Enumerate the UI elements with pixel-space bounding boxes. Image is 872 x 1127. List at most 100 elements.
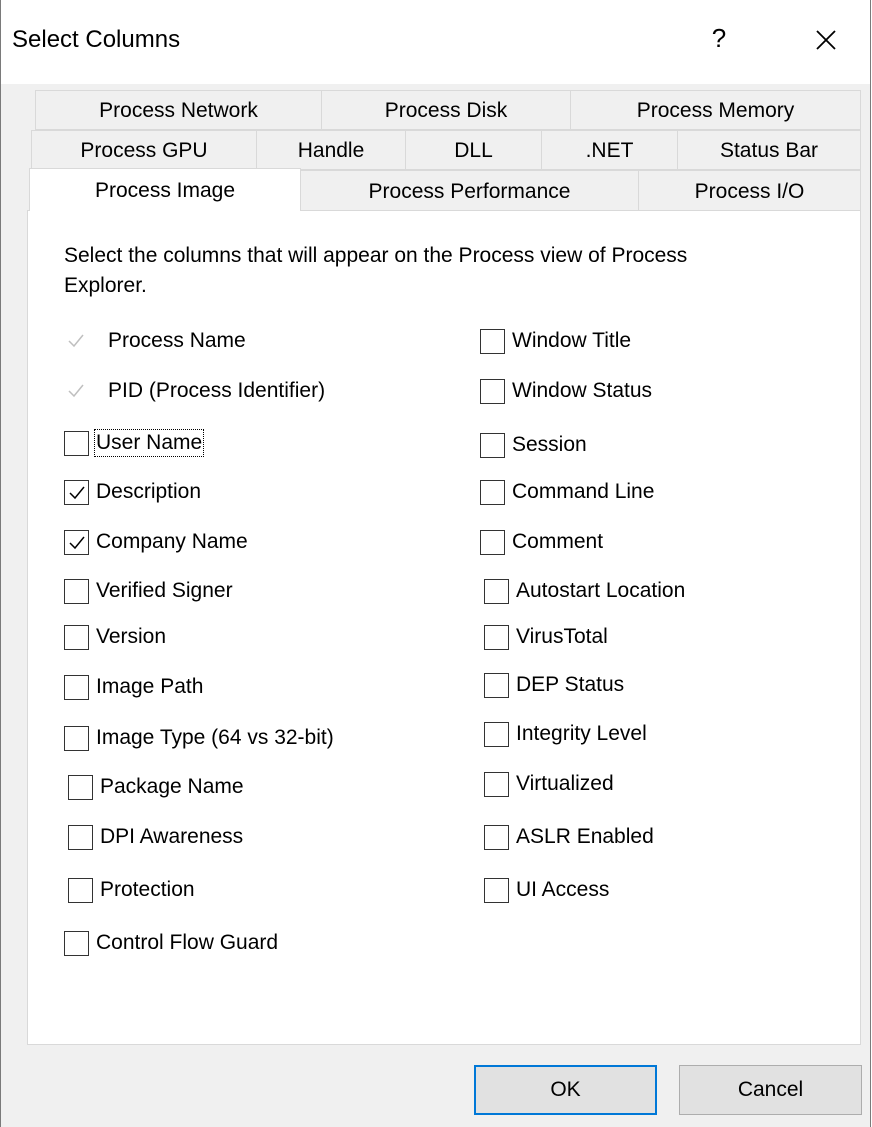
tab-label: Process GPU: [80, 139, 208, 162]
ok-button[interactable]: OK: [474, 1065, 657, 1115]
checkbox-box[interactable]: [64, 430, 89, 456]
instructions-text: Select the columns that will appear on t…: [64, 244, 688, 297]
checkbox-label: Command Line: [512, 480, 655, 503]
checkbox-box[interactable]: [484, 721, 509, 747]
checkbox-box[interactable]: [64, 378, 89, 404]
checkbox-label: Image Type (64 vs 32-bit): [96, 726, 334, 749]
checkbox-box[interactable]: [64, 674, 89, 700]
checkmark-icon: [68, 384, 84, 397]
checkbox-dep-status[interactable]: DEP Status: [484, 670, 624, 700]
checkbox-comment[interactable]: Comment: [480, 527, 603, 557]
tab-process-memory[interactable]: Process Memory: [570, 90, 861, 130]
tab-label: Process Image: [94, 179, 236, 202]
checkmark-icon: [68, 334, 84, 347]
checkbox-box[interactable]: [64, 578, 89, 604]
checkbox-box[interactable]: [484, 624, 509, 650]
checkbox-box[interactable]: [480, 378, 505, 404]
checkbox-box[interactable]: [68, 824, 93, 850]
checkbox-label: Company Name: [96, 530, 248, 553]
tab-handle[interactable]: Handle: [256, 130, 406, 170]
tab-dll[interactable]: DLL: [405, 130, 542, 170]
checkbox-process-name[interactable]: Process Name: [64, 326, 246, 356]
checkbox-box[interactable]: [64, 328, 89, 354]
tab-label: Process I/O: [694, 180, 805, 203]
tab-process-disk[interactable]: Process Disk: [321, 90, 571, 130]
checkbox-box[interactable]: [480, 328, 505, 354]
checkbox-box[interactable]: [64, 725, 89, 751]
checkbox-integrity-level[interactable]: Integrity Level: [484, 719, 647, 749]
checkbox-label: Protection: [100, 878, 195, 901]
checkbox-box[interactable]: [480, 432, 505, 458]
checkbox-command-line[interactable]: Command Line: [480, 477, 654, 507]
checkbox-description[interactable]: Description: [64, 477, 201, 507]
checkbox-version[interactable]: Version: [64, 622, 166, 652]
checkbox-box[interactable]: [64, 624, 89, 650]
checkbox-label: Integrity Level: [516, 722, 647, 745]
checkbox-window-status[interactable]: Window Status: [480, 376, 652, 406]
checkbox-label: Description: [96, 480, 202, 503]
checkbox-label: PID (Process Identifier): [108, 379, 326, 402]
checkbox-box[interactable]: [64, 930, 89, 956]
checkbox-label: Virtualized: [516, 772, 614, 795]
checkbox-box[interactable]: [484, 771, 509, 797]
tab-label: Status Bar: [719, 139, 819, 162]
help-button[interactable]: ?: [704, 18, 734, 58]
process-image-panel: Select the columns that will appear on t…: [27, 210, 861, 1045]
checkbox-label: DEP Status: [516, 673, 625, 696]
checkbox-package-name[interactable]: Package Name: [68, 772, 244, 802]
checkbox-label: Window Title: [512, 329, 632, 352]
checkbox-session[interactable]: Session: [480, 430, 587, 460]
tab-label: Process Performance: [368, 180, 571, 203]
checkbox-company-name[interactable]: Company Name: [64, 527, 248, 557]
select-columns-dialog: Select Columns ? Process Network Process…: [0, 0, 871, 1127]
checkbox-dpi-awareness[interactable]: DPI Awareness: [68, 822, 243, 852]
checkbox-ui-access[interactable]: UI Access: [484, 875, 609, 905]
checkbox-label: Process Name: [108, 329, 246, 352]
tab-label: .NET: [585, 139, 634, 162]
title-bar[interactable]: Select Columns ?: [1, 0, 870, 84]
checkbox-virustotal[interactable]: VirusTotal: [484, 622, 608, 652]
checkbox-box[interactable]: [68, 774, 93, 800]
tab-label: DLL: [454, 139, 493, 162]
checkbox-label: VirusTotal: [516, 625, 608, 648]
checkbox-box[interactable]: [484, 877, 509, 903]
checkbox-pid[interactable]: PID (Process Identifier): [64, 376, 325, 406]
checkbox-autostart-location[interactable]: Autostart Location: [484, 576, 685, 606]
checkbox-label: ASLR Enabled: [516, 825, 654, 848]
checkbox-box[interactable]: [480, 529, 505, 555]
tab-dotnet[interactable]: .NET: [541, 130, 678, 170]
checkbox-label: Package Name: [100, 775, 244, 798]
checkbox-box[interactable]: [484, 578, 509, 604]
checkbox-label: User Name: [93, 429, 205, 457]
checkbox-control-flow-guard[interactable]: Control Flow Guard: [64, 928, 278, 958]
tab-process-io[interactable]: Process I/O: [638, 170, 861, 211]
window-title: Select Columns: [12, 26, 181, 53]
tab-process-gpu[interactable]: Process GPU: [31, 130, 257, 170]
checkbox-box[interactable]: [484, 824, 509, 850]
cancel-button[interactable]: Cancel: [679, 1065, 862, 1115]
close-icon: [816, 30, 836, 50]
checkbox-box[interactable]: [68, 877, 93, 903]
checkbox-user-name[interactable]: User Name: [64, 428, 205, 458]
checkbox-image-path[interactable]: Image Path: [64, 672, 203, 702]
checkbox-verified-signer[interactable]: Verified Signer: [64, 576, 233, 606]
checkbox-label: UI Access: [516, 878, 610, 901]
tab-label: Process Disk: [384, 99, 508, 122]
tab-label: Process Network: [99, 99, 258, 122]
tab-status-bar[interactable]: Status Bar: [677, 130, 861, 170]
tab-process-performance[interactable]: Process Performance: [300, 170, 639, 211]
checkbox-box[interactable]: [480, 479, 505, 505]
checkbox-window-title[interactable]: Window Title: [480, 326, 631, 356]
checkbox-box[interactable]: [64, 479, 89, 505]
tab-process-network[interactable]: Process Network: [35, 90, 322, 130]
checkbox-label: Image Path: [96, 675, 204, 698]
checkbox-box[interactable]: [484, 672, 509, 698]
checkbox-aslr-enabled[interactable]: ASLR Enabled: [484, 822, 654, 852]
checkbox-label: Autostart Location: [516, 579, 686, 602]
checkbox-box[interactable]: [64, 529, 89, 555]
close-button[interactable]: [806, 20, 846, 60]
tab-process-image[interactable]: Process Image: [29, 168, 301, 211]
checkbox-virtualized[interactable]: Virtualized: [484, 769, 614, 799]
checkbox-protection[interactable]: Protection: [68, 875, 195, 905]
checkbox-image-type[interactable]: Image Type (64 vs 32-bit): [64, 723, 334, 753]
